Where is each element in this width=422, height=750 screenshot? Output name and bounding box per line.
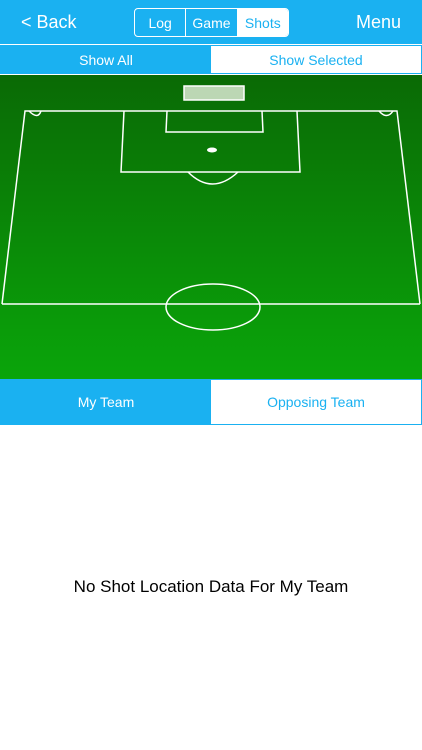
goal-net <box>183 85 245 101</box>
empty-state-message: No Shot Location Data For My Team <box>73 577 349 596</box>
shots-screen: < Back Log Game Shots Menu Show All Show… <box>0 0 422 750</box>
segment-log[interactable]: Log <box>135 9 185 36</box>
my-team-button[interactable]: My Team <box>1 380 211 424</box>
view-segmented-control: Log Game Shots <box>134 8 289 37</box>
segment-shots[interactable]: Shots <box>236 9 288 36</box>
penalty-spot <box>207 147 217 153</box>
team-toggle: My Team Opposing Team <box>0 379 422 425</box>
segment-game[interactable]: Game <box>185 9 236 36</box>
show-selected-button[interactable]: Show Selected <box>211 46 421 73</box>
menu-button[interactable]: Menu <box>356 11 401 33</box>
soccer-field[interactable] <box>0 75 422 379</box>
opposing-team-button[interactable]: Opposing Team <box>211 380 421 424</box>
back-button[interactable]: < Back <box>21 11 77 33</box>
shot-filter-toggle: Show All Show Selected <box>0 45 422 74</box>
show-all-button[interactable]: Show All <box>1 46 211 73</box>
field-grass <box>0 75 422 379</box>
navigation-bar: < Back Log Game Shots Menu <box>0 0 422 44</box>
